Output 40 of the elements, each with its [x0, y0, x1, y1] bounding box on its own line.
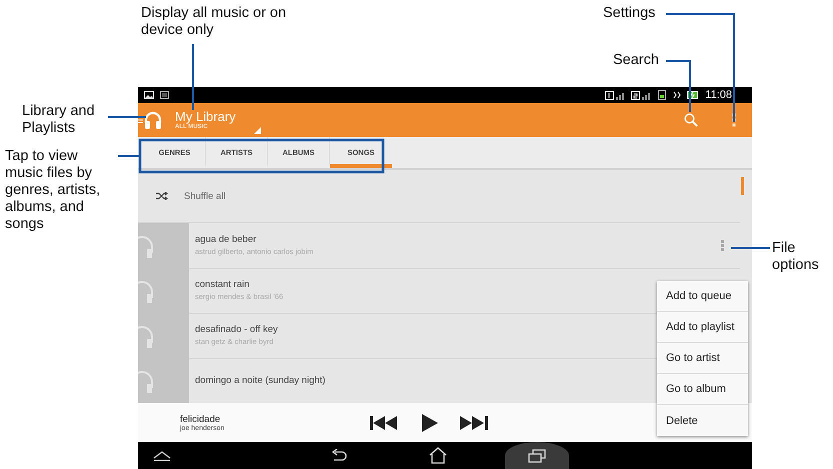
callout-label: Tap to view music files by genres, artists, albums, and songs [5, 148, 102, 233]
previous-icon[interactable] [370, 416, 400, 430]
shuffle-icon [156, 192, 168, 200]
shuffle-row[interactable]: Shuffle all [138, 170, 740, 223]
menu-item[interactable]: Go to album [657, 374, 748, 405]
menu-item[interactable]: Go to artist [657, 343, 748, 374]
phone-icon [657, 90, 668, 100]
shuffle-label: Shuffle all [184, 190, 226, 202]
song-title: desafinado - off key [195, 324, 278, 335]
now-playing-title: felicidade [180, 414, 222, 424]
callout-label: File options [772, 240, 820, 274]
chevron-icon [673, 91, 682, 99]
callout-label: Library and Playlists [22, 103, 96, 137]
song-title: constant rain [195, 279, 250, 290]
back-icon[interactable] [331, 448, 347, 462]
menu-item[interactable]: Add to queue [657, 281, 748, 312]
callout-label: Settings [603, 5, 656, 22]
clock: 11:08 [705, 89, 732, 101]
menu-item[interactable]: Add to playlist [657, 312, 748, 343]
callout-label: Search [613, 52, 660, 69]
sim-signal-icon [605, 90, 626, 100]
callout-label: Display all music or on device only [141, 5, 288, 39]
recent-apps-icon [528, 448, 546, 462]
next-icon[interactable] [460, 416, 490, 430]
sim-signal-icon [631, 90, 652, 100]
scrollbar-thumb[interactable] [741, 177, 744, 195]
menu-item[interactable]: Delete [657, 405, 748, 436]
hdmi-icon [160, 91, 169, 99]
play-icon[interactable] [422, 414, 438, 432]
leader-line [118, 155, 139, 157]
overflow-menu-icon[interactable] [732, 113, 736, 127]
song-title: domingo a noite (sunday night) [195, 374, 326, 386]
leader-line [108, 116, 146, 118]
song-title: agua de beber [195, 234, 256, 245]
leader-line [731, 247, 770, 249]
recent-apps-button[interactable] [505, 442, 569, 469]
leader-line [192, 44, 194, 110]
picture-icon [144, 91, 154, 99]
home-icon[interactable] [429, 447, 447, 464]
chevron-up-icon[interactable] [153, 450, 171, 460]
